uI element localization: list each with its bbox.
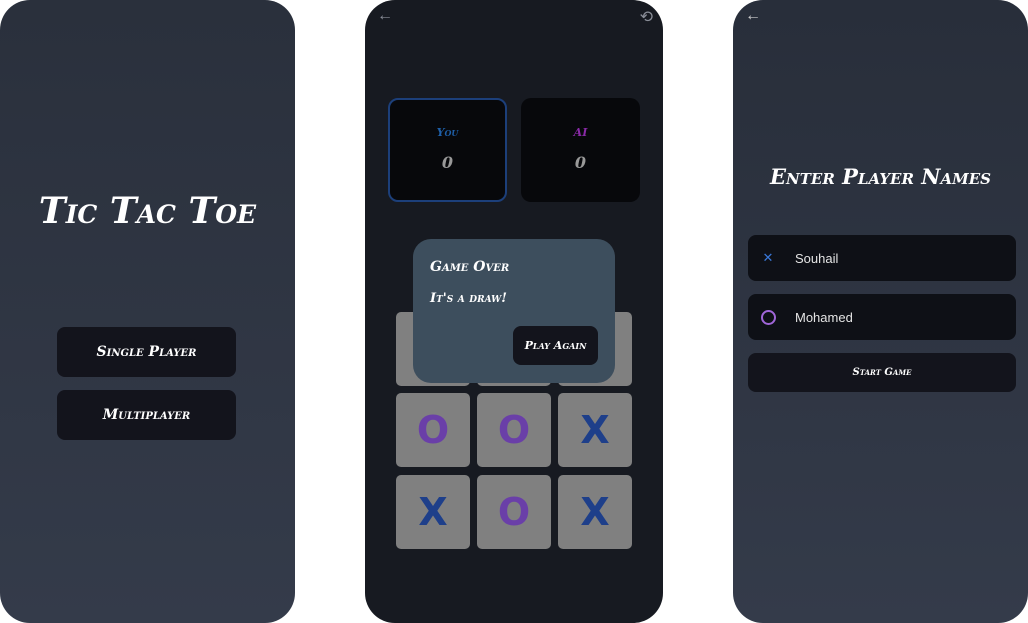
score-card-ai: AI 0 (521, 98, 640, 202)
setup-screen: ← Enter Player Names ✕ Souhail Mohamed S… (733, 0, 1028, 623)
x-mark: X (418, 490, 448, 534)
multiplayer-button[interactable]: Multiplayer (57, 390, 236, 440)
game-over-dialog: Game Over It's a draw! Play Again (413, 239, 615, 383)
arrow-left-icon[interactable]: ← (745, 7, 761, 25)
ai-score: 0 (574, 153, 587, 172)
x-mark: X (580, 490, 610, 534)
board-cell[interactable]: X (396, 475, 470, 549)
player-score: 0 (441, 153, 454, 172)
x-icon: ✕ (762, 250, 774, 265)
board-cell[interactable]: O (477, 475, 551, 549)
app-title: Tic Tac Toe (38, 190, 257, 232)
history-icon[interactable]: ⟲ (640, 7, 653, 27)
start-game-button[interactable]: Start Game (748, 353, 1016, 392)
player2-name-input[interactable]: Mohamed (748, 294, 1016, 340)
o-mark: O (497, 408, 531, 452)
play-again-button[interactable]: Play Again (513, 326, 598, 365)
score-card-you: You 0 (388, 98, 507, 202)
player-label: You (436, 126, 459, 139)
setup-title: Enter Player Names (770, 164, 991, 189)
game-screen: ← ⟲ You 0 AI 0 OOXXOX Game Over It's a d… (365, 0, 663, 623)
ai-label: AI (573, 126, 588, 139)
player1-name: Souhail (795, 250, 839, 266)
circle-icon (760, 309, 776, 326)
player2-name: Mohamed (795, 309, 853, 325)
board-cell[interactable]: X (558, 393, 632, 467)
board-cell[interactable]: O (477, 393, 551, 467)
home-screen: Tic Tac Toe Single Player Multiplayer (0, 0, 295, 623)
board-cell[interactable]: O (396, 393, 470, 467)
dialog-title: Game Over (430, 259, 510, 275)
o-mark: O (497, 490, 531, 534)
dialog-message: It's a draw! (430, 291, 507, 306)
board-cell[interactable]: X (558, 475, 632, 549)
arrow-left-icon[interactable]: ← (377, 7, 393, 25)
single-player-button[interactable]: Single Player (57, 327, 236, 377)
player1-name-input[interactable]: ✕ Souhail (748, 235, 1016, 281)
o-mark: O (416, 408, 450, 452)
x-mark: X (580, 408, 610, 452)
